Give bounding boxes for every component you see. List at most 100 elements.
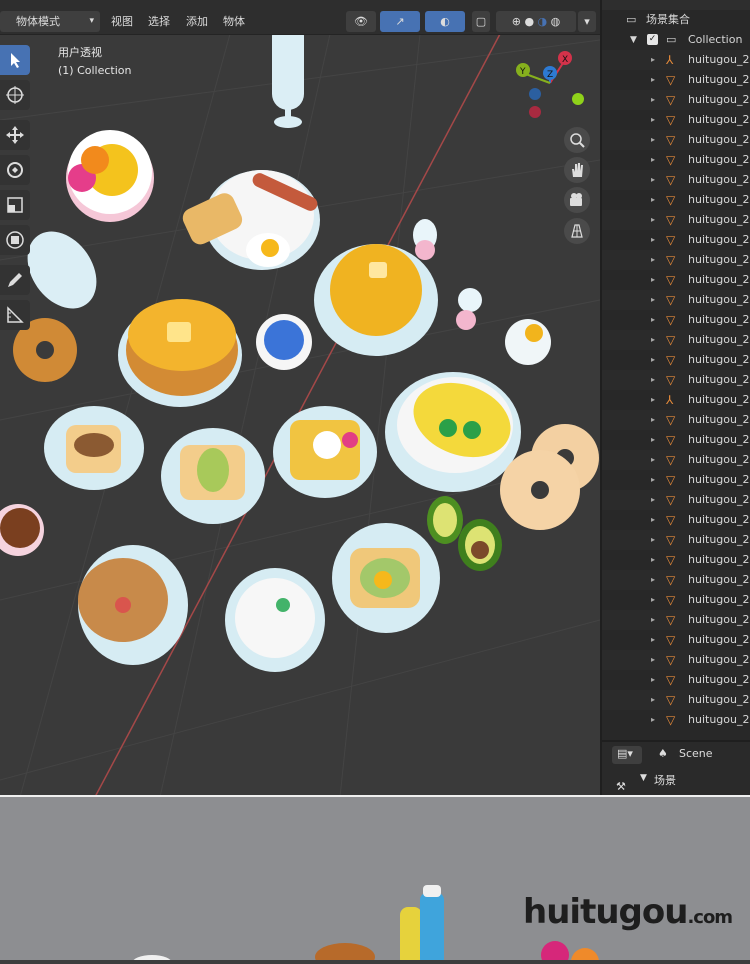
chevron-right-icon[interactable]: ▸ — [651, 130, 655, 150]
outliner-object-row[interactable]: ▸ ▽ huitugou_20 — [602, 270, 750, 290]
outliner-object-row[interactable]: ▸ ▽ huitugou_20 — [602, 370, 750, 390]
chevron-right-icon[interactable]: ▸ — [651, 570, 655, 590]
scale-tool[interactable] — [0, 190, 30, 220]
chevron-right-icon[interactable]: ▸ — [651, 270, 655, 290]
tool-icon[interactable]: ⚒ — [616, 780, 626, 793]
outliner-object-row[interactable]: ▸ ▽ huitugou_20 — [602, 510, 750, 530]
outliner-object-row[interactable]: ▸ ▽ huitugou_20 — [602, 670, 750, 690]
scene-collection-row[interactable]: ▭ 场景集合 — [602, 10, 750, 30]
rotate-tool[interactable] — [0, 155, 30, 185]
outliner-object-row[interactable]: ▸ ▽ huitugou_20 — [602, 590, 750, 610]
overlay-toggle[interactable]: ◐ — [425, 11, 465, 32]
outliner-object-row[interactable]: ▸ ▽ huitugou_20 — [602, 570, 750, 590]
outliner-object-row[interactable]: ▸ ▽ huitugou_20 — [602, 490, 750, 510]
chevron-right-icon[interactable]: ▸ — [651, 170, 655, 190]
outliner-object-row[interactable]: ▸ ▽ huitugou_20 — [602, 630, 750, 650]
chevron-right-icon[interactable]: ▸ — [651, 290, 655, 310]
outliner-object-row[interactable]: ▸ ▽ huitugou_20 — [602, 130, 750, 150]
outliner-object-row[interactable]: ▸ ▽ huitugou_20 — [602, 710, 750, 730]
outliner-object-row[interactable]: ▸ ▽ huitugou_20 — [602, 230, 750, 250]
mesh-triangle-icon: ▽ — [666, 633, 676, 647]
chevron-right-icon[interactable]: ▸ — [651, 150, 655, 170]
chevron-right-icon[interactable]: ▸ — [651, 510, 655, 530]
outliner-object-row[interactable]: ▸ ▽ huitugou_20 — [602, 650, 750, 670]
chevron-right-icon[interactable]: ▸ — [651, 690, 655, 710]
chevron-right-icon[interactable]: ▸ — [651, 670, 655, 690]
outliner-object-row[interactable]: ▸ ▽ huitugou_20 — [602, 550, 750, 570]
mode-select[interactable]: 物体模式 ▾ — [0, 11, 100, 32]
select-tool[interactable] — [0, 45, 30, 75]
outliner-object-row[interactable]: ▸ ▽ huitugou_20 — [602, 90, 750, 110]
outliner-object-row[interactable]: ▸ ⅄ huitugou_20 — [602, 50, 750, 70]
3d-viewport[interactable]: 物体模式 ▾ 视图 选择 添加 物体 👁 ↗ ◐ ▢ ⊕ ● ◑ ◍ ▾ 用户透… — [0, 0, 600, 797]
chevron-right-icon[interactable]: ▸ — [651, 470, 655, 490]
ortho-toggle-button[interactable] — [564, 218, 590, 244]
outliner-object-row[interactable]: ▸ ▽ huitugou_20 — [602, 290, 750, 310]
axis-gizmo[interactable]: X Y Z — [505, 45, 595, 120]
collection-row[interactable]: ▼ ✓ ▭ Collection — [602, 30, 750, 50]
chevron-right-icon[interactable]: ▸ — [651, 710, 655, 730]
chevron-right-icon[interactable]: ▸ — [651, 490, 655, 510]
outliner-object-row[interactable]: ▸ ▽ huitugou_20 — [602, 470, 750, 490]
chevron-right-icon[interactable]: ▸ — [651, 310, 655, 330]
chevron-right-icon[interactable]: ▸ — [651, 650, 655, 670]
outliner-object-row[interactable]: ▸ ▽ huitugou_20 — [602, 250, 750, 270]
outliner-object-row[interactable]: ▸ ▽ huitugou_20 — [602, 110, 750, 130]
chevron-right-icon[interactable]: ▸ — [651, 430, 655, 450]
outliner-object-row[interactable]: ▸ ▽ huitugou_20 — [602, 530, 750, 550]
outliner-object-row[interactable]: ▸ ▽ huitugou_20 — [602, 170, 750, 190]
cursor-tool[interactable] — [0, 80, 30, 110]
annotate-tool[interactable] — [0, 265, 30, 295]
chevron-right-icon[interactable]: ▸ — [651, 250, 655, 270]
menu-view[interactable]: 视图 — [111, 11, 133, 32]
outliner-object-row[interactable]: ▸ ▽ huitugou_20 — [602, 450, 750, 470]
outliner-object-row[interactable]: ▸ ▽ huitugou_20 — [602, 150, 750, 170]
measure-tool[interactable] — [0, 300, 30, 330]
chevron-right-icon[interactable]: ▸ — [651, 550, 655, 570]
outliner-object-row[interactable]: ▸ ▽ huitugou_20 — [602, 210, 750, 230]
checkbox-icon[interactable]: ✓ — [647, 34, 658, 45]
move-tool[interactable] — [0, 120, 30, 150]
outliner-object-row[interactable]: ▸ ▽ huitugou_20 — [602, 410, 750, 430]
xray-toggle[interactable]: ▢ — [472, 11, 490, 32]
chevron-right-icon[interactable]: ▸ — [651, 50, 655, 70]
outliner-object-row[interactable]: ▸ ▽ huitugou_20 — [602, 330, 750, 350]
outliner-object-row[interactable]: ▸ ▽ huitugou_20 — [602, 350, 750, 370]
chevron-right-icon[interactable]: ▸ — [651, 230, 655, 250]
gizmo-toggle[interactable]: ↗ — [380, 11, 420, 32]
menu-add[interactable]: 添加 — [186, 11, 208, 32]
outliner-object-row[interactable]: ▸ ▽ huitugou_20 — [602, 310, 750, 330]
menu-select[interactable]: 选择 — [148, 11, 170, 32]
chevron-right-icon[interactable]: ▸ — [651, 630, 655, 650]
shading-dropdown[interactable]: ▾ — [578, 11, 596, 32]
outliner-object-row[interactable]: ▸ ▽ huitugou_20 — [602, 610, 750, 630]
chevron-right-icon[interactable]: ▸ — [651, 370, 655, 390]
outliner-object-row[interactable]: ▸ ⅄ huitugou_20 — [602, 390, 750, 410]
camera-view-button[interactable] — [564, 187, 590, 213]
chevron-right-icon[interactable]: ▸ — [651, 110, 655, 130]
editor-type-button[interactable]: ▤▾ — [612, 746, 642, 764]
outliner-object-row[interactable]: ▸ ▽ huitugou_20 — [602, 70, 750, 90]
chevron-right-icon[interactable]: ▸ — [651, 210, 655, 230]
chevron-right-icon[interactable]: ▸ — [651, 70, 655, 90]
chevron-right-icon[interactable]: ▸ — [651, 610, 655, 630]
visibility-toggle[interactable]: 👁 — [346, 11, 376, 32]
outliner-object-row[interactable]: ▸ ▽ huitugou_20 — [602, 690, 750, 710]
transform-tool[interactable] — [0, 225, 30, 255]
outliner-object-row[interactable]: ▸ ▽ huitugou_20 — [602, 190, 750, 210]
outliner-object-row[interactable]: ▸ ▽ huitugou_20 — [602, 430, 750, 450]
menu-object[interactable]: 物体 — [223, 11, 245, 32]
chevron-right-icon[interactable]: ▸ — [651, 350, 655, 370]
scene-section-header[interactable]: 场景 — [654, 772, 676, 788]
chevron-right-icon[interactable]: ▸ — [651, 90, 655, 110]
chevron-right-icon[interactable]: ▸ — [651, 530, 655, 550]
chevron-right-icon[interactable]: ▸ — [651, 190, 655, 210]
shading-modes[interactable]: ⊕ ● ◑ ◍ — [496, 11, 576, 32]
pan-button[interactable] — [564, 157, 590, 183]
chevron-right-icon[interactable]: ▸ — [651, 450, 655, 470]
zoom-button[interactable] — [564, 127, 590, 153]
chevron-right-icon[interactable]: ▸ — [651, 390, 655, 410]
chevron-right-icon[interactable]: ▸ — [651, 330, 655, 350]
chevron-right-icon[interactable]: ▸ — [651, 590, 655, 610]
chevron-right-icon[interactable]: ▸ — [651, 410, 655, 430]
